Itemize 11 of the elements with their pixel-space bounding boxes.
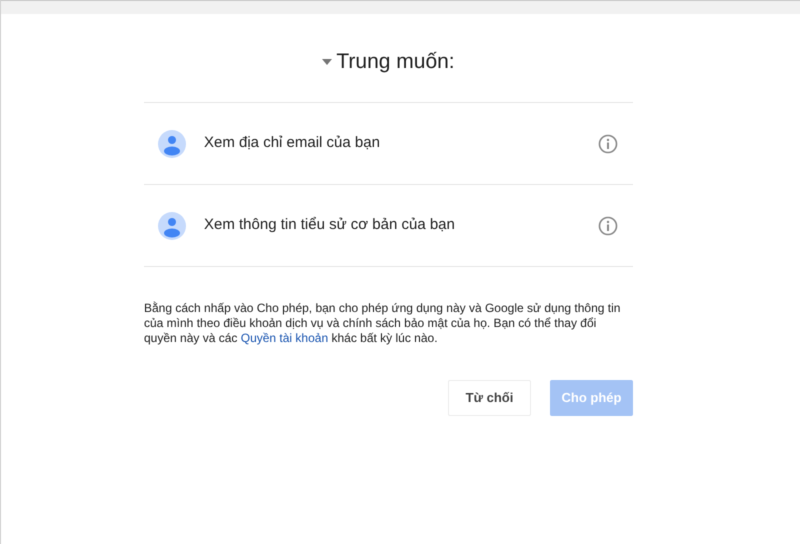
caret-down-icon[interactable]	[322, 59, 332, 65]
info-icon[interactable]	[598, 134, 618, 154]
person-icon	[158, 130, 186, 158]
person-icon	[158, 212, 186, 240]
consent-notice: Bằng cách nhấp vào Cho phép, bạn cho phép ứng dụng này và Google sử dụng thông tin của mình theo điều khoản dịch vụ và chính sách bảo mật của họ. Bạn có thể thay đổi quyền này và các Quyền tài khoản khác bất kỳ lúc nào.	[144, 301, 622, 346]
dialog-title: Trung muốn:	[336, 49, 455, 76]
info-icon[interactable]	[598, 216, 618, 236]
account-permissions-link[interactable]: Quyền tài khoản	[240, 331, 328, 345]
permission-label: Xem thông tin tiểu sử cơ bản của bạn	[204, 215, 456, 236]
permission-label: Xem địa chỉ email của bạn	[204, 133, 381, 154]
deny-button[interactable]: Từ chối	[448, 380, 531, 416]
